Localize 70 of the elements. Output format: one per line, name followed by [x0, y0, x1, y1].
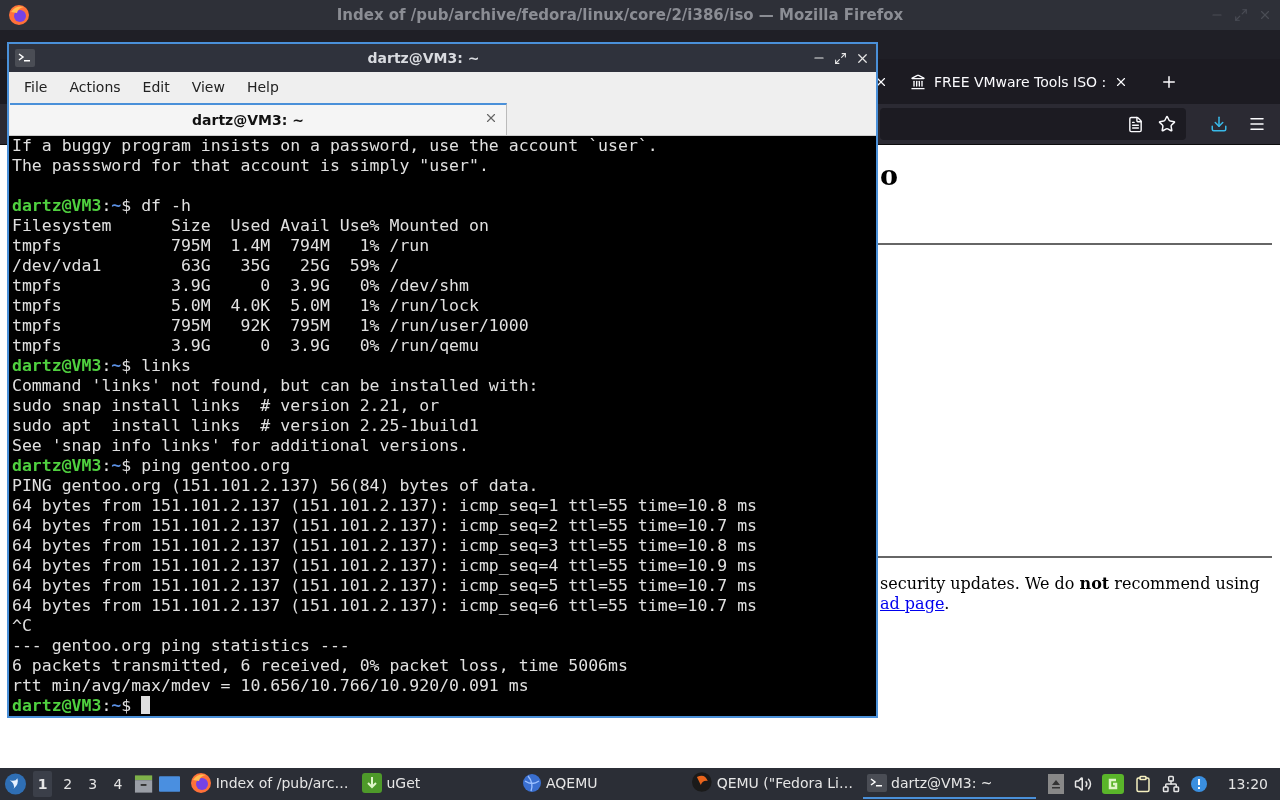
workspace-button[interactable]: 4: [108, 771, 128, 797]
menu-item[interactable]: Edit: [131, 79, 181, 95]
terminal-output: ^C: [12, 616, 32, 635]
terminal-output: 64 bytes from 151.101.2.137 (151.101.2.137): icmp_seq=3 ttl=55 time=10.8 ms: [12, 536, 758, 555]
firefox-icon: [189, 772, 212, 794]
download-page-link[interactable]: ad page: [880, 594, 945, 613]
terminal-output: /dev/vda1 63G 35G 25G 59% /: [12, 256, 400, 275]
terminal-output: PING gentoo.org (151.101.2.137) 56(84) bytes of data.: [12, 476, 539, 495]
terminal-output: 64 bytes from 151.101.2.137 (151.101.2.137): icmp_seq=1 ttl=55 time=10.8 ms: [12, 496, 758, 515]
firefox-logo: [8, 4, 30, 26]
desktop-icon[interactable]: [158, 775, 180, 793]
menu-item[interactable]: Actions: [58, 79, 132, 95]
terminal-output: If a buggy program insists on a password, use the account `user`.: [12, 136, 658, 155]
taskbar-button[interactable]: Index of /pub/arc…: [185, 769, 353, 799]
menu-item[interactable]: File: [13, 79, 59, 95]
terminal-output: The passsword for that account is simply "user".: [12, 156, 489, 175]
taskbar-button[interactable]: AQEMU: [517, 769, 681, 799]
terminal-output: tmpfs 795M 92K 795M 1% /run/user/1000: [12, 316, 529, 335]
page-text: security updates. We do not recommend using ad page.: [880, 574, 1261, 614]
terminal-prompt: dartz@VM3:~$ ping gentoo.org: [12, 456, 291, 475]
menu-icon[interactable]: [1248, 115, 1266, 133]
window-title: dartz@VM3: ~: [366, 50, 481, 66]
terminal-output: Command 'links' not found, but can be installed with:: [12, 376, 539, 395]
volume-icon[interactable]: [1073, 775, 1092, 793]
terminal-output: 64 bytes from 151.101.2.137 (151.101.2.137): icmp_seq=4 ttl=55 time=10.9 ms: [12, 556, 758, 575]
notification-icon[interactable]: [1189, 775, 1208, 793]
browser-tab[interactable]: FREE VMware Tools ISO :: [902, 64, 1137, 99]
terminal-output: sudo apt install links # version 2.25-1build1: [12, 416, 479, 435]
bank-icon: [910, 73, 926, 90]
terminal-output: tmpfs 3.9G 0 3.9G 0% /run/qemu: [12, 336, 479, 355]
terminal-prompt: dartz@VM3:~$: [12, 696, 132, 715]
globe-icon: [521, 773, 542, 793]
workspace-button[interactable]: 2: [58, 771, 78, 797]
window-title: Index of /pub/archive/fedora/linux/core/2/i386/iso — Mozilla Firefox: [335, 6, 905, 24]
terminal-icon: [867, 774, 887, 792]
terminal-output: 64 bytes from 151.101.2.137 (151.101.2.137): icmp_seq=2 ttl=55 time=10.7 ms: [12, 516, 758, 535]
menu-item[interactable]: View: [180, 79, 236, 95]
star-icon[interactable]: [1158, 115, 1176, 133]
eject-icon[interactable]: [1047, 774, 1064, 794]
terminal-output: 6 packets transmitted, 6 received, 0% packet loss, time 5006ms: [12, 656, 628, 675]
tab-title: FREE VMware Tools ISO :: [934, 73, 1107, 90]
download-icon[interactable]: [1210, 115, 1228, 133]
taskbar-button[interactable]: uGet: [358, 769, 512, 799]
maximize-icon[interactable]: [834, 51, 847, 65]
taskbar-button[interactable]: QEMU ("Fedora Li…: [687, 769, 857, 799]
network-icon[interactable]: [1161, 775, 1180, 793]
terminal-output: tmpfs 5.0M 4.0K 5.0M 1% /run/lock: [12, 296, 479, 315]
terminal-output: See 'snap info links' for additional versions.: [12, 436, 469, 455]
terminal-output: 64 bytes from 151.101.2.137 (151.101.2.137): icmp_seq=5 ttl=55 time=10.7 ms: [12, 576, 758, 595]
terminal-prompt: dartz@VM3:~$ links: [12, 356, 191, 375]
terminal-output: tmpfs 795M 1.4M 794M 1% /run: [12, 236, 430, 255]
terminal-output: Filesystem Size Used Avail Use% Mounted on: [12, 216, 489, 235]
terminal-output: tmpfs 3.9G 0 3.9G 0% /dev/shm: [12, 276, 469, 295]
terminal-tab[interactable]: dartz@VM3: ~: [10, 103, 507, 135]
terminal-output: --- gentoo.org ping statistics ---: [12, 636, 350, 655]
workspace-button[interactable]: 1: [32, 771, 53, 797]
menu-item[interactable]: Help: [235, 79, 290, 95]
workspace-button[interactable]: 3: [83, 771, 103, 797]
terminal-icon: [15, 49, 35, 67]
address-field[interactable]: [880, 108, 1186, 140]
clipboard-icon[interactable]: [1133, 775, 1152, 793]
terminal-output: rtt min/avg/max/mdev = 10.656/10.766/10.920/0.091 ms: [12, 676, 529, 695]
terminal-output: 64 bytes from 151.101.2.137 (151.101.2.137): icmp_seq=6 ttl=55 time=10.7 ms: [12, 596, 758, 615]
file-cabinet-icon[interactable]: [133, 774, 153, 794]
reader-view-icon[interactable]: [1127, 115, 1144, 133]
taskbar-button[interactable]: dartz@VM3: ~: [863, 769, 1036, 799]
terminal-prompt: dartz@VM3:~$ df -h: [12, 196, 191, 215]
terminal-output: sudo snap install links # version 2.21, or: [12, 396, 440, 415]
page-heading: o: [880, 159, 899, 193]
clock: 13:20: [1226, 776, 1269, 792]
